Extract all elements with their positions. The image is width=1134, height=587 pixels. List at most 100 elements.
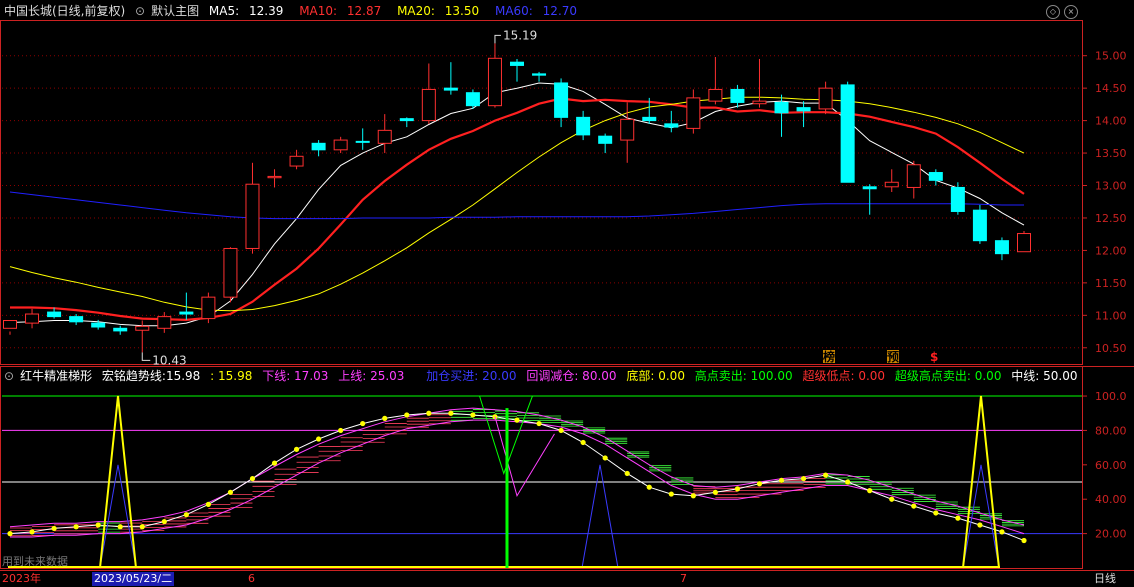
trend-dot — [580, 439, 586, 446]
trend-dot — [558, 427, 564, 434]
trend-dot — [316, 436, 322, 442]
indicator-name[interactable]: 红牛精准梯形 — [20, 369, 92, 383]
candle-up — [267, 175, 282, 179]
add-position-value: 加仓买进: 20.00 — [426, 369, 517, 383]
trend-dot — [382, 415, 388, 421]
event-marker-label: 榜 — [823, 349, 835, 364]
trend-dot — [911, 503, 917, 509]
template-icon[interactable]: ⊙ — [135, 4, 145, 18]
main-y-tick-label: 13.50 — [1095, 147, 1127, 160]
trend-dot — [404, 412, 410, 418]
trend-label: 宏铭趋势线: — [101, 369, 166, 383]
candle-down — [399, 118, 414, 122]
trend-dot — [1021, 537, 1027, 544]
trend-dot — [117, 524, 123, 530]
close-chart-icon[interactable]: × — [1064, 5, 1078, 19]
candle-down — [928, 172, 943, 181]
expand-icon[interactable]: ◇ — [1046, 5, 1060, 19]
candle-up — [421, 88, 436, 122]
indicator-y-tick-label: 100.0 — [1095, 390, 1127, 403]
candle-down — [730, 88, 745, 103]
trend-dot — [426, 410, 432, 416]
main-panel-border — [0, 20, 1083, 365]
candle-up — [25, 313, 40, 324]
candle-down — [91, 322, 106, 328]
trend-dot — [139, 524, 145, 530]
candle-up — [708, 88, 723, 102]
stock-title[interactable]: 中国长城(日线,前复权) — [4, 4, 125, 18]
candle-down — [950, 186, 965, 212]
candle-down — [465, 92, 480, 107]
candle-up — [752, 100, 767, 105]
main-y-tick-label: 15.00 — [1095, 50, 1127, 63]
candle-down — [642, 116, 657, 122]
upper-line-value: 上线: 25.03 — [338, 369, 405, 383]
trend-dot — [646, 484, 652, 490]
upper-line — [9, 407, 1025, 528]
candle-up — [906, 164, 921, 188]
trend-dot — [999, 529, 1005, 535]
ma-line-ma60 — [9, 191, 1024, 220]
trend-dot — [823, 472, 829, 478]
candle-up — [487, 57, 502, 107]
period-button[interactable]: 日线 — [1094, 572, 1116, 586]
indicator-y-tick-label: 20.00 — [1095, 528, 1127, 541]
indicator-y-tick-label: 40.00 — [1095, 493, 1127, 506]
cursor-date-label: 2023/05/23/二 — [92, 572, 175, 586]
indicator-y-tick-label: 80.00 — [1095, 424, 1127, 437]
ma60-value: 12.70 — [542, 4, 578, 18]
trend-dot — [778, 477, 785, 483]
candle-down — [598, 135, 613, 144]
trend-dot — [360, 420, 366, 427]
event-marker-label: $ — [930, 350, 938, 364]
trend-dot — [845, 479, 851, 485]
ma10-label: MA10: — [299, 4, 338, 18]
candle-down — [840, 84, 855, 183]
candle-down — [972, 209, 987, 242]
ma60-label: MA60: — [494, 4, 533, 18]
ma5-value: 12.39 — [249, 4, 284, 18]
trend-dot — [470, 412, 476, 418]
bottom-value: 底部: 0.00 — [626, 369, 685, 383]
candle-down — [554, 82, 569, 118]
high-annotation-leader — [494, 34, 501, 44]
candle-down — [179, 311, 194, 315]
main-y-tick-label: 14.00 — [1095, 115, 1127, 128]
main-chart-header: 中国长城(日线,前复权) ⊙ 默认主图 MA5: 12.39 MA10: 12.8… — [0, 1, 589, 21]
trend-dot — [205, 501, 211, 507]
main-y-tick-label: 11.50 — [1095, 277, 1127, 290]
trend-dot — [933, 510, 939, 516]
candle-down — [355, 140, 370, 143]
candle-up — [884, 181, 899, 188]
ma-line-ma10 — [10, 97, 1025, 322]
axis-month-6: 6 — [248, 572, 255, 585]
axis-month-7: 7 — [680, 572, 687, 585]
candle-down — [510, 61, 524, 66]
candle-up — [289, 155, 304, 167]
trend-dot — [293, 446, 300, 452]
indicator-settings-icon[interactable]: ⊙ — [4, 369, 14, 383]
trend-value-2: : 15.98 — [210, 369, 253, 383]
candle-up — [333, 139, 348, 151]
trend-dot — [514, 417, 520, 423]
candle-down — [69, 316, 84, 323]
trend-dot — [867, 488, 873, 494]
candle-up — [377, 129, 392, 144]
trend-dot — [734, 486, 741, 492]
future-data-note: 用到未来数据 — [2, 555, 68, 568]
trend-dot — [624, 470, 630, 477]
ma10-value: 12.87 — [346, 4, 382, 18]
main-y-tick-label: 13.00 — [1095, 180, 1127, 193]
trend-dot — [7, 531, 13, 537]
candle-down — [532, 73, 547, 76]
lower-line-value: 下线: 17.03 — [262, 369, 329, 383]
candle-up — [135, 325, 150, 331]
candle-down — [664, 123, 679, 128]
mid-line-value: 中线: 50.00 — [1011, 369, 1078, 383]
candle-up — [223, 247, 238, 298]
main-y-tick-label: 14.50 — [1095, 82, 1127, 95]
trend-dot — [161, 518, 167, 525]
template-label[interactable]: 默认主图 — [151, 4, 199, 18]
trend-dot — [448, 410, 454, 416]
stock-chart-canvas[interactable]: 15.00 14.50 14.00 13.50 13.00 12.50 12.00 11.50… — [0, 0, 1134, 587]
